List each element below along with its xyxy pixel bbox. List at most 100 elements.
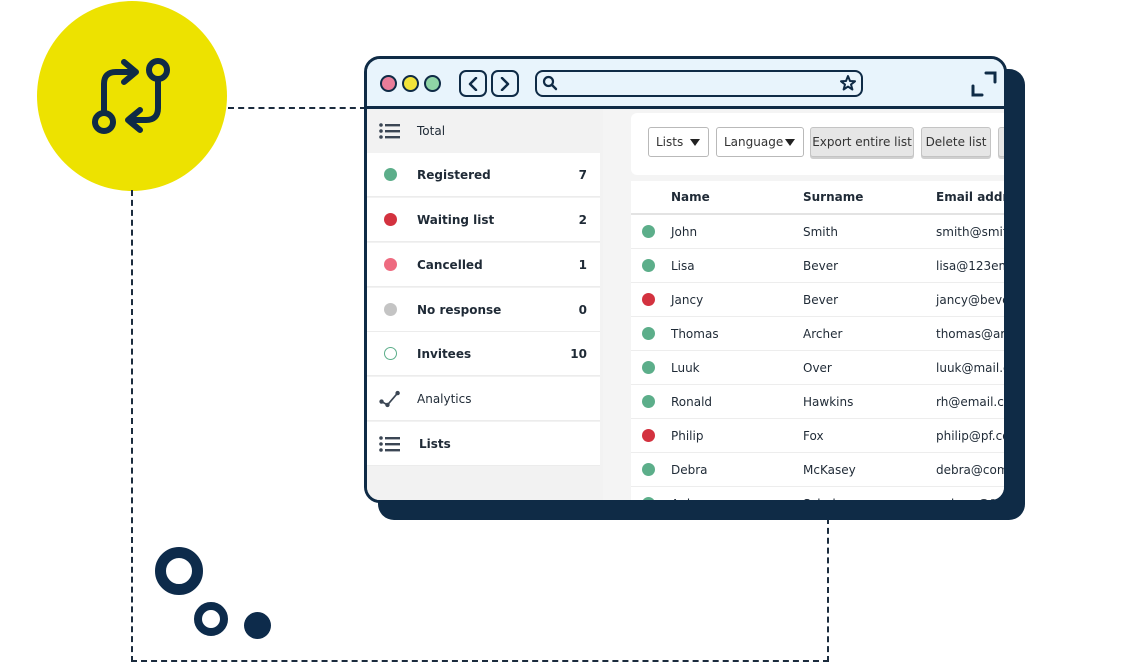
sidebar-item-label: Analytics [417,391,472,406]
maximize-window-button[interactable] [424,75,441,92]
green-dot-icon [642,225,655,238]
table-row[interactable]: Luuk Over luuk@mail.co [631,351,1004,385]
sidebar-item-label: Cancelled [417,257,483,272]
dashed-connector [228,107,366,109]
table-row[interactable]: Jancy Bever jancy@bever. [631,283,1004,317]
green-dot-icon [383,168,397,181]
sidebar-item-count: 2 [578,212,587,227]
cell-name: Lisa [671,259,695,273]
delete-list-button[interactable]: Delete list [921,127,991,157]
cell-surname: Archer [803,327,843,341]
cell-surname: Smith [803,225,838,239]
table-header: Name Surname Email address [631,181,1004,215]
table-row[interactable]: AubreySchulzaubrey@123 [631,487,1004,500]
table-row[interactable]: Philip Fox philip@pf.co [631,419,1007,453]
cell-surname: Bever [803,259,839,273]
minimize-window-button[interactable] [402,75,419,92]
cell-email: debra@comp [936,463,1004,477]
sidebar-item-total[interactable]: Total [367,109,603,153]
column-header-email[interactable]: Email address [936,190,1004,204]
dashed-connector [131,190,133,662]
sidebar-item-label: Invitees [417,346,472,361]
sidebar-item-invitees[interactable]: Invitees 10 [367,332,600,376]
export-list-button[interactable]: Export entire list [810,127,914,157]
sidebar-item-label: Registered [417,167,491,182]
sidebar-item-label: Lists [419,436,451,451]
cell-name: Debra [671,463,708,477]
back-button[interactable] [459,70,487,97]
more-toolbar-button[interactable] [998,127,1004,157]
expand-icon[interactable] [971,71,997,97]
decorative-dot [244,612,271,639]
lists-dropdown[interactable]: Lists [648,127,709,157]
sidebar-item-count: 10 [570,346,587,361]
list-toolbar: Lists Language Export entire list Delete… [631,113,1004,175]
cell-name: Ronald [671,395,713,409]
cell-email: thomas@arch [936,327,1005,341]
sidebar-item-lists[interactable]: Lists [367,422,600,466]
sidebar-item-waiting-list[interactable]: Waiting list 2 [367,198,600,242]
cell-surname: Fox [803,429,824,443]
outline-circle-icon [383,347,397,360]
green-dot-icon [642,361,655,374]
cell-name: John [671,225,698,239]
cell-surname: Over [803,361,832,375]
green-dot-icon [642,463,655,476]
green-dot-icon [642,395,655,408]
browser-window: Total Registered 7 Waiting list 2 Cancel… [364,56,1007,503]
cell-email: philip@pf.co [936,429,1007,443]
browser-titlebar [367,59,1004,109]
red-dot-icon [642,429,655,442]
sidebar-item-count: 0 [578,302,587,317]
red-dot-icon [642,293,655,306]
green-dot-icon [642,259,655,272]
pink-dot-icon [383,258,397,271]
cell-surname: Schulz [803,497,842,500]
sidebar-item-no-response[interactable]: No response 0 [367,288,600,332]
table-row[interactable]: Lisa Bever lisa@123email [631,249,1004,283]
cell-name: Jancy [671,293,704,307]
close-window-button[interactable] [380,75,397,92]
column-header-surname[interactable]: Surname [803,190,863,204]
sidebar-item-count: 7 [578,167,587,182]
search-icon [542,75,558,91]
table-row[interactable]: Thomas Archer thomas@arch [631,317,1005,351]
table-row[interactable]: Ronald Hawkins rh@email.co [631,385,1007,419]
table-row[interactable]: John Smith smith@smith [631,215,1004,249]
cell-surname: Bever [803,293,839,307]
analytics-icon [379,388,401,410]
red-dot-icon [383,213,397,226]
forward-button[interactable] [491,70,519,97]
cell-email: lisa@123email [936,259,1004,273]
table-row[interactable]: Debra McKasey debra@comp [631,453,1004,487]
sidebar-item-label: Total [417,124,446,138]
address-bar[interactable] [535,70,863,97]
sidebar-item-analytics[interactable]: Analytics [367,377,600,421]
cell-surname: McKasey [803,463,856,477]
cell-name: Aubrey [671,497,714,500]
sidebar-item-registered[interactable]: Registered 7 [367,153,600,197]
list-icon [379,435,401,452]
cell-name: Philip [671,429,704,443]
cell-email: smith@smith [936,225,1004,239]
cell-email: rh@email.co [936,395,1007,409]
language-dropdown[interactable]: Language [716,127,804,157]
sidebar-item-count: 1 [578,257,587,272]
chevron-left-icon [468,76,478,91]
sidebar-item-cancelled[interactable]: Cancelled 1 [367,243,600,287]
grey-dot-icon [383,303,397,316]
list-icon [379,123,401,139]
sync-arrows-icon [92,58,170,134]
column-header-name[interactable]: Name [671,190,710,204]
guest-table: Name Surname Email address John Smith smit… [631,181,1007,500]
chevron-right-icon [500,76,510,91]
cell-name: Luuk [671,361,700,375]
green-dot-icon [642,327,655,340]
cell-email: jancy@bever. [936,293,1004,307]
sidebar: Total Registered 7 Waiting list 2 Cancel… [367,109,603,500]
star-icon[interactable] [839,74,857,92]
sidebar-item-label: Waiting list [417,212,495,227]
cell-email: luuk@mail.co [936,361,1004,375]
green-dot-icon [642,497,655,500]
sidebar-item-label: No response [417,302,502,317]
